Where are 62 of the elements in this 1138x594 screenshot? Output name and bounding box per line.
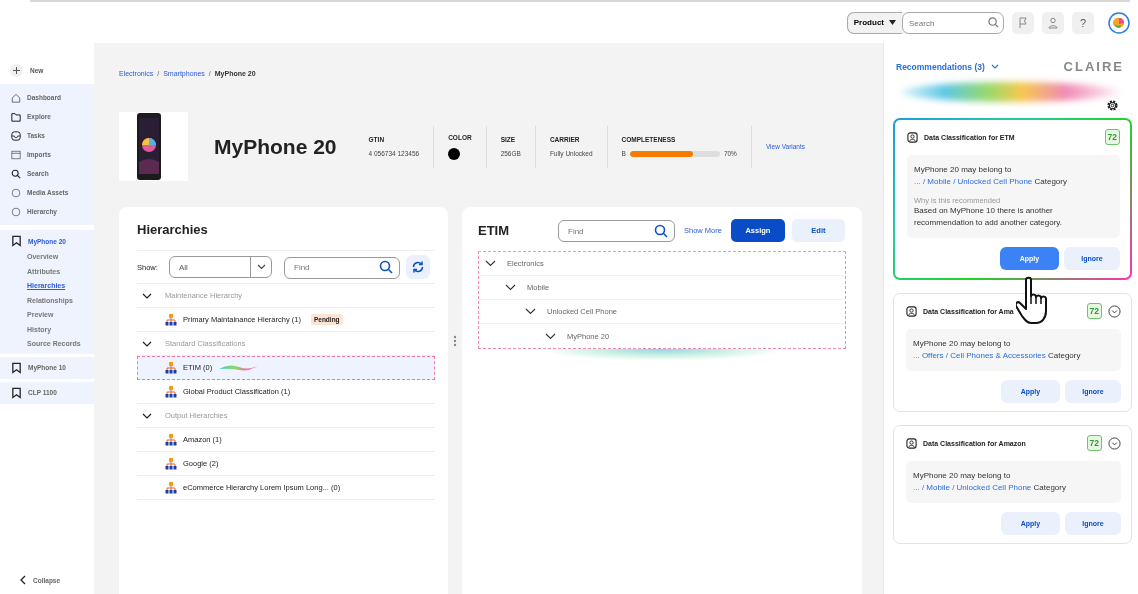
find-field[interactable]: Find [558, 220, 675, 242]
score-badge: 72 [1086, 303, 1102, 319]
chevron-down-icon [142, 412, 152, 419]
chevron-down-icon [505, 284, 516, 291]
user-button[interactable] [1042, 11, 1064, 34]
find-field[interactable]: Find [284, 256, 400, 279]
avatar-icon[interactable] [1108, 11, 1130, 34]
plus-icon [10, 64, 23, 77]
panel-title: ETIM [478, 223, 511, 238]
help-button[interactable]: ? [1072, 11, 1094, 34]
org-chart-icon [165, 433, 177, 446]
search-icon [11, 168, 21, 179]
why-text: Based on MyPhone 10 there is another recommendation to add another category. [914, 205, 1063, 229]
chevron-down-icon [545, 332, 556, 340]
resize-handle-icon[interactable] [453, 334, 457, 347]
chevron-down-icon [142, 340, 152, 347]
chevron-down-icon [485, 260, 496, 267]
chevron-down-icon [990, 64, 999, 69]
user-icon [907, 131, 918, 143]
settings-icon[interactable] [1106, 99, 1119, 112]
org-chart-icon [165, 481, 177, 494]
chevron-circle-icon[interactable] [1108, 304, 1121, 318]
chevron-left-icon [20, 575, 26, 585]
refresh-icon [411, 260, 425, 274]
scope-dropdown[interactable]: Product [846, 11, 902, 34]
inbox-icon [11, 130, 21, 141]
circle-icon [11, 206, 21, 217]
panel-title: Hierarchies [137, 221, 209, 237]
bookmark-icon [11, 235, 22, 247]
bookmark-icon [11, 386, 22, 399]
circle-icon [11, 187, 21, 198]
recommendations-dropdown[interactable]: Recommendations (3) [893, 61, 999, 72]
search-icon [379, 260, 393, 274]
home-icon [11, 92, 21, 103]
chevron-down-icon [142, 292, 152, 299]
recommendation-text: MyPhone 20 may belong to ... / Mobile / Unlocked Cell Phone Category [914, 164, 1068, 188]
flag-icon [1018, 16, 1028, 29]
user-icon [906, 437, 917, 449]
chevron-down-icon [256, 264, 266, 270]
show-select[interactable]: All [169, 256, 272, 278]
score-badge: 72 [1086, 435, 1102, 451]
bookmark-icon [11, 361, 22, 374]
score-badge: 72 [1104, 129, 1120, 145]
org-chart-icon [165, 385, 177, 398]
chevron-circle-icon[interactable] [1108, 436, 1121, 450]
recommendation-text: MyPhone 20 may belong to ... / Mobile / Unlocked Cell Phone Category [913, 470, 1067, 494]
folder-icon [11, 111, 21, 122]
chevron-down-icon [525, 308, 536, 315]
org-chart-icon [165, 457, 177, 470]
caret-icon [889, 20, 896, 25]
window-icon [11, 149, 21, 160]
refresh-button[interactable] [406, 255, 430, 279]
user-icon [1048, 16, 1058, 29]
search-icon [654, 223, 668, 238]
user-icon [906, 305, 917, 317]
logo: CLAIRE [1063, 59, 1124, 74]
org-chart-icon [165, 361, 177, 374]
search-field[interactable]: Search [902, 12, 1004, 34]
recommendation-text: MyPhone 20 may belong to ... Offers / Cell Phones & Accessories Category [913, 338, 1082, 362]
org-chart-icon [165, 313, 177, 326]
search-icon [988, 17, 999, 28]
product-title: MyPhone 20 [214, 134, 337, 159]
